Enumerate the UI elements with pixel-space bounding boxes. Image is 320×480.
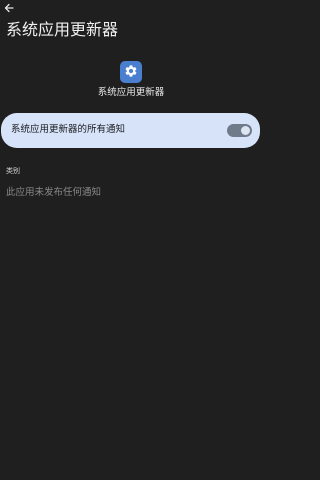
arrow-left-icon [4,3,20,13]
notification-settings-screen: 系统应用更新器 系统应用更新器 系统应用更新器的所有通知 类别 此应用未发布任何… [0,0,266,480]
gear-icon [124,63,138,82]
categories-header: 类别 [6,167,20,175]
back-button[interactable] [4,3,20,17]
page-title: 系统应用更新器 [6,20,119,39]
no-notifications-message: 此应用未发布任何通知 [6,187,102,198]
all-notifications-label: 系统应用更新器的所有通知 [11,124,126,135]
app-name: 系统应用更新器 [97,87,165,98]
switch-knob [241,126,250,135]
app-icon [120,61,142,83]
all-notifications-toggle-row[interactable]: 系统应用更新器的所有通知 [1,113,260,148]
all-notifications-switch[interactable] [227,124,252,137]
